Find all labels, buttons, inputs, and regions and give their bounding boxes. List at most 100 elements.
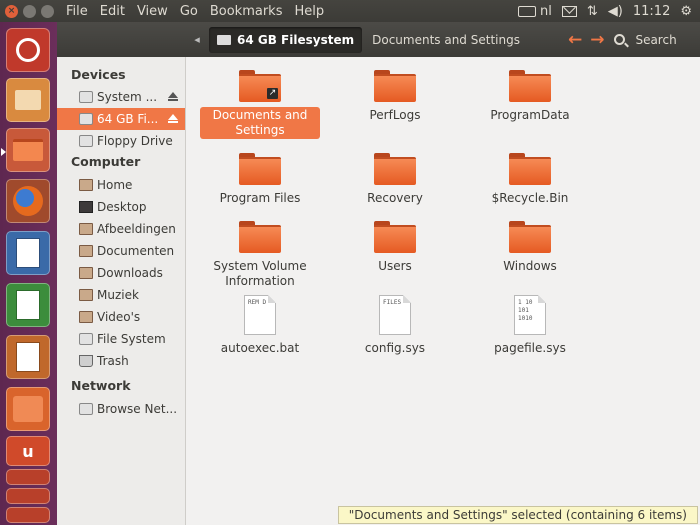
script-file-icon: REM D (244, 295, 276, 335)
window-maximize-button[interactable] (41, 4, 54, 18)
sidebar-item-downloads[interactable]: Downloads (57, 262, 185, 284)
ubuntu-one-icon: u (22, 441, 34, 461)
file-item-label: $Recycle.Bin (491, 191, 569, 205)
sidebar-item-label: Home (97, 178, 133, 192)
file-item[interactable]: Windows (470, 221, 590, 275)
volume-icon[interactable]: ◀) (608, 4, 623, 19)
ubuntu-logo-icon (16, 38, 40, 62)
binary-file-icon: 1 10 101 1010 (514, 295, 546, 335)
menu-go[interactable]: Go (180, 4, 198, 19)
sidebar-item-label: Desktop (97, 200, 147, 214)
forward-arrow-icon[interactable]: → (590, 30, 604, 50)
launcher-stack-2[interactable] (6, 488, 50, 504)
sidebar-section-computer: Computer (71, 154, 141, 169)
folder-icon (509, 153, 551, 185)
trash-icon (79, 355, 93, 367)
downloads-folder-icon (79, 267, 93, 279)
sidebar-item-afbeeldingen[interactable]: Afbeeldingen (57, 218, 185, 240)
launcher-ubuntu-one[interactable]: u (6, 436, 50, 466)
file-item[interactable]: ProgramData (470, 70, 590, 124)
sidebar-item-label: Floppy Drive (97, 134, 173, 148)
menu-file[interactable]: File (66, 4, 88, 19)
file-item-label: Windows (503, 259, 557, 273)
sidebar-item-64gb-filesystem[interactable]: 64 GB Fi... (57, 108, 185, 130)
file-item-label: System Volume Information (213, 259, 307, 288)
file-item[interactable]: PerfLogs (335, 70, 455, 124)
mail-icon[interactable] (561, 5, 577, 17)
launcher-software-center[interactable] (6, 387, 50, 431)
breadcrumb-scroll-left-button[interactable]: ◂ (185, 33, 209, 46)
launcher-installer[interactable] (6, 78, 50, 122)
eject-icon[interactable] (168, 114, 178, 123)
drive-icon (79, 113, 93, 125)
file-item[interactable]: $Recycle.Bin (470, 153, 590, 207)
sidebar: Devices System ... 64 GB Fi... Floppy Dr… (57, 57, 186, 525)
pictures-folder-icon (79, 223, 93, 235)
network-arrows-icon[interactable]: ⇅ (587, 4, 598, 19)
sidebar-item-label: Browse Net... (97, 402, 178, 416)
file-item[interactable]: FILES config.sys (335, 295, 455, 357)
sidebar-item-desktop[interactable]: Desktop (57, 196, 185, 218)
launcher-impress[interactable] (6, 335, 50, 379)
sidebar-item-muziek[interactable]: Muziek (57, 284, 185, 306)
sidebar-item-videos[interactable]: Video's (57, 306, 185, 328)
sidebar-item-label: 64 GB Fi... (97, 112, 159, 126)
indicator-area: nl ⇅ ◀) 11:12 ⚙ (508, 0, 692, 22)
sidebar-item-system[interactable]: System ... (57, 86, 185, 108)
sidebar-item-documenten[interactable]: Documenten (57, 240, 185, 262)
writer-icon (16, 238, 40, 268)
sidebar-item-trash[interactable]: Trash (57, 350, 185, 372)
menu-view[interactable]: View (137, 4, 168, 19)
music-folder-icon (79, 289, 93, 301)
launcher-files[interactable] (1, 128, 50, 172)
sidebar-item-home[interactable]: Home (57, 174, 185, 196)
file-item-label: pagefile.sys (494, 341, 566, 355)
window-minimize-button[interactable] (23, 4, 36, 18)
toolbar: ◂ 64 GB Filesystem Documents and Setting… (57, 22, 700, 57)
keyboard-layout-label[interactable]: nl (540, 4, 552, 19)
file-item[interactable]: 1 10 101 1010 pagefile.sys (470, 295, 590, 357)
desktop-icon (79, 201, 93, 213)
breadcrumb-item[interactable]: Documents and Settings (372, 33, 520, 47)
impress-icon (16, 342, 40, 372)
drive-icon (79, 91, 93, 103)
sidebar-item-label: System ... (97, 90, 158, 104)
sidebar-item-floppy-drive[interactable]: Floppy Drive (57, 130, 185, 152)
file-item-label: ProgramData (490, 108, 570, 122)
menu-help[interactable]: Help (294, 4, 324, 19)
breadcrumb-current[interactable]: 64 GB Filesystem (209, 26, 363, 53)
file-view[interactable]: ↗ Documents and Settings PerfLogs Progra… (187, 57, 700, 525)
dash-button[interactable] (6, 28, 50, 72)
search-icon (614, 34, 626, 45)
launcher-calc[interactable] (6, 283, 50, 327)
folder-icon (239, 153, 281, 185)
file-item[interactable]: REM D autoexec.bat (200, 295, 320, 357)
launcher-stack-1[interactable] (6, 469, 50, 485)
sidebar-item-label: Video's (97, 310, 141, 324)
sidebar-section-devices: Devices (71, 67, 126, 82)
sidebar-item-label: Trash (97, 354, 129, 368)
clock[interactable]: 11:12 (633, 4, 670, 19)
file-item[interactable]: Program Files (200, 153, 320, 207)
back-arrow-icon[interactable]: ← (568, 30, 582, 50)
file-item-label: Documents and Settings (200, 107, 320, 139)
eject-icon[interactable] (168, 92, 178, 101)
file-item[interactable]: System Volume Information (200, 221, 320, 290)
file-item-label: Program Files (219, 191, 301, 205)
sidebar-item-browse-network[interactable]: Browse Net... (57, 398, 185, 420)
gear-icon[interactable]: ⚙ (680, 4, 692, 19)
file-item[interactable]: Users (335, 221, 455, 275)
file-item[interactable]: ↗ Documents and Settings (200, 70, 320, 139)
videos-folder-icon (79, 311, 93, 323)
keyboard-icon[interactable] (518, 5, 537, 17)
window-close-button[interactable]: × (5, 4, 18, 18)
search-button[interactable]: Search (614, 33, 677, 47)
launcher-writer[interactable] (6, 231, 50, 275)
home-folder-icon (79, 179, 93, 191)
launcher-firefox[interactable] (6, 179, 50, 223)
sidebar-item-file-system[interactable]: File System (57, 328, 185, 350)
menu-edit[interactable]: Edit (100, 4, 125, 19)
launcher-stack-3[interactable] (6, 507, 50, 523)
file-item[interactable]: Recovery (335, 153, 455, 207)
menu-bookmarks[interactable]: Bookmarks (210, 4, 283, 19)
